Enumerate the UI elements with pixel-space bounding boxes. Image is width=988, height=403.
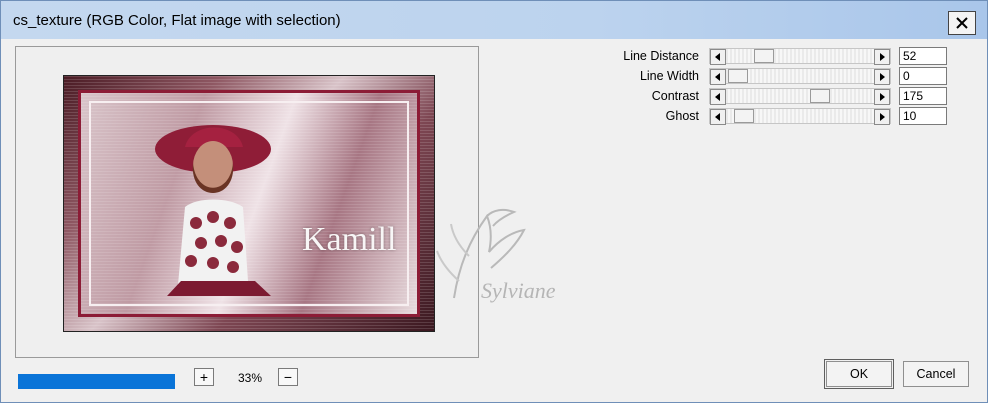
line-width-label: Line Width bbox=[639, 69, 699, 83]
line-distance-right-arrow-button[interactable] bbox=[874, 49, 890, 65]
line-width-slider-thumb[interactable] bbox=[728, 69, 748, 83]
signature-watermark: Sylviane bbox=[429, 206, 579, 316]
right-arrow-icon bbox=[880, 93, 885, 101]
ghost-label: Ghost bbox=[665, 109, 699, 123]
contrast-left-arrow-button[interactable] bbox=[710, 89, 726, 105]
right-arrow-icon bbox=[880, 73, 885, 81]
left-arrow-icon bbox=[715, 93, 720, 101]
zoom-in-button[interactable]: + bbox=[194, 368, 214, 386]
ghost-slider-thumb[interactable] bbox=[734, 109, 754, 123]
right-arrow-icon bbox=[880, 53, 885, 61]
contrast-right-arrow-button[interactable] bbox=[874, 89, 890, 105]
ghost-left-arrow-button[interactable] bbox=[710, 109, 726, 125]
line-distance-label: Line Distance bbox=[623, 49, 699, 63]
right-arrow-icon bbox=[880, 113, 885, 121]
cancel-button[interactable]: Cancel bbox=[903, 361, 969, 387]
contrast-track[interactable] bbox=[709, 88, 891, 105]
close-button[interactable] bbox=[948, 11, 976, 35]
slider-row-contrast: Contrast 175 bbox=[601, 87, 961, 105]
line-distance-value-input[interactable]: 52 bbox=[899, 47, 947, 65]
line-distance-slider-thumb[interactable] bbox=[754, 49, 774, 63]
progress-bar bbox=[18, 374, 175, 389]
left-arrow-icon bbox=[715, 113, 720, 121]
preview-image: Kamill bbox=[63, 75, 435, 332]
line-width-track[interactable] bbox=[709, 68, 891, 85]
title-bar: cs_texture (RGB Color, Flat image with s… bbox=[1, 1, 987, 39]
ok-button[interactable]: OK bbox=[824, 359, 894, 389]
ghost-value-input[interactable]: 10 bbox=[899, 107, 947, 125]
watermark-text: Kamill bbox=[302, 221, 397, 258]
line-distance-left-arrow-button[interactable] bbox=[710, 49, 726, 65]
dialog-window: cs_texture (RGB Color, Flat image with s… bbox=[0, 0, 988, 403]
slider-row-line-width: Line Width 0 bbox=[601, 67, 961, 85]
ghost-track[interactable] bbox=[709, 108, 891, 125]
contrast-label: Contrast bbox=[651, 89, 699, 103]
left-arrow-icon bbox=[715, 53, 720, 61]
woman-in-hat-image bbox=[155, 125, 271, 296]
close-icon bbox=[956, 17, 968, 29]
slider-panel: Line Distance 52 Line Width 0 Contrast 1… bbox=[601, 47, 961, 131]
contrast-slider-thumb[interactable] bbox=[810, 89, 830, 103]
ghost-right-arrow-button[interactable] bbox=[874, 109, 890, 125]
signature-text: Sylviane bbox=[481, 278, 556, 303]
line-width-value-input[interactable]: 0 bbox=[899, 67, 947, 85]
left-arrow-icon bbox=[715, 73, 720, 81]
line-distance-track[interactable] bbox=[709, 48, 891, 65]
zoom-value: 33% bbox=[237, 371, 263, 385]
line-width-left-arrow-button[interactable] bbox=[710, 69, 726, 85]
image-inner-frame bbox=[78, 90, 420, 317]
line-width-right-arrow-button[interactable] bbox=[874, 69, 890, 85]
slider-row-line-distance: Line Distance 52 bbox=[601, 47, 961, 65]
window-title: cs_texture (RGB Color, Flat image with s… bbox=[13, 12, 341, 29]
preview-panel: Kamill bbox=[15, 46, 479, 358]
zoom-out-button[interactable]: − bbox=[278, 368, 298, 386]
contrast-value-input[interactable]: 175 bbox=[899, 87, 947, 105]
slider-row-ghost: Ghost 10 bbox=[601, 107, 961, 125]
